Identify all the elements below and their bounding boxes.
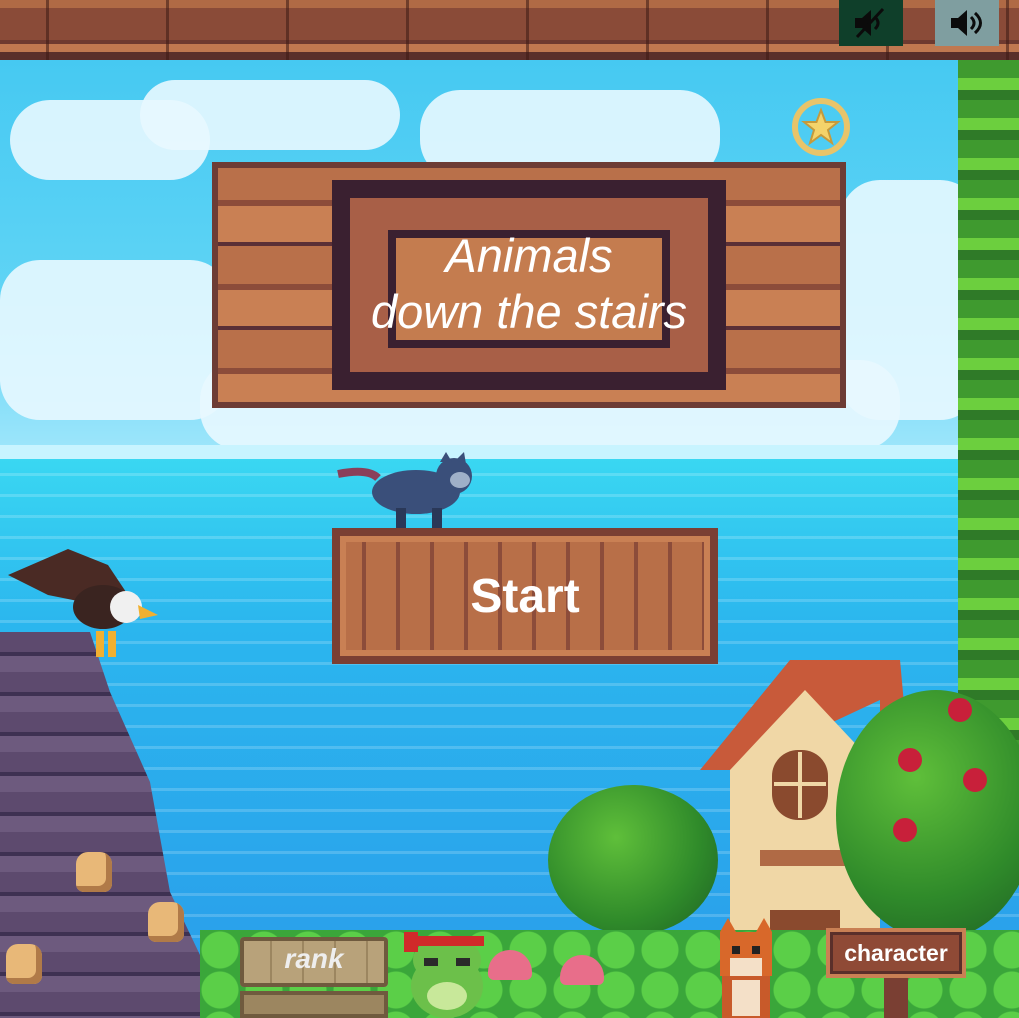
frog-character [404,932,484,1018]
speaker-muted-icon [855,7,885,39]
game-title: Animals down the stairs [212,228,846,340]
title-sign: Animals down the stairs [212,162,846,408]
rank-sign-bench [240,991,388,1018]
cherries [893,698,987,842]
rank-button-label: rank [284,943,344,974]
vine [958,60,1019,760]
game-title-line2: down the stairs [370,285,688,338]
cloud [140,80,400,150]
character-button-label: character [844,940,948,966]
start-button-label: Start [470,569,580,623]
cat-character [337,452,472,528]
fox-character [720,918,772,1018]
start-button[interactable]: Start [332,528,718,664]
tree [548,785,718,935]
rank-button[interactable]: rank [240,935,388,1018]
volume-button[interactable] [935,0,999,46]
star-badge-icon[interactable] [792,98,850,156]
skull-decoration [148,902,184,942]
skull-decoration [6,944,42,984]
character-sign-post [884,978,908,1018]
game-title-line1: Animals [445,229,613,282]
cloud [0,260,230,420]
horizon [0,445,1019,459]
speaker-volume-icon [951,10,982,36]
skull-decoration [76,852,112,892]
eagle-character [8,549,158,657]
character-button[interactable]: character [826,928,966,1018]
mute-button[interactable] [839,0,903,46]
